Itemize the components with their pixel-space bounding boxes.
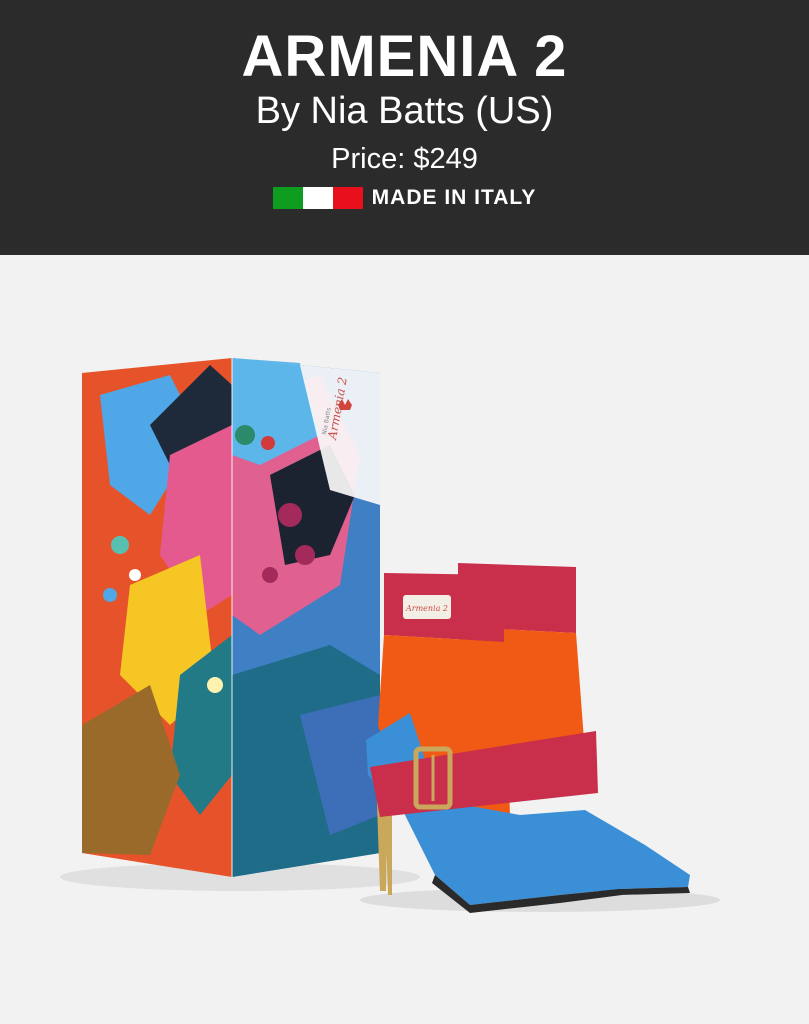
graffiti-dot [207, 677, 223, 693]
graffiti-dot [103, 588, 117, 602]
italy-flag-icon [272, 187, 363, 209]
shoe-tag-script: Armenia 2 [405, 604, 448, 613]
front-shoe-vamp [405, 795, 620, 905]
front-shoe: Armenia 2 [366, 573, 622, 913]
made-in-label: MADE IN ITALY [371, 186, 537, 209]
product-header: ARMENIA 2 By Nia Batts (US) Price: $249 … [0, 0, 809, 255]
graffiti-dot [111, 536, 129, 554]
flag-stripe-white [302, 187, 333, 209]
product-image: Armenia 2 Nia Batts Armenia 2 [0, 255, 809, 1024]
flag-stripe-green [272, 187, 303, 209]
graffiti-dot [129, 569, 141, 581]
flag-stripe-red [332, 187, 363, 209]
graffiti-dot [261, 436, 275, 450]
product-price: Price: $249 [331, 143, 478, 175]
graffiti-dot [295, 545, 315, 565]
made-in-badge: MADE IN ITALY [0, 184, 809, 212]
graffiti-dot [262, 567, 278, 583]
designer-byline: By Nia Batts (US) [255, 90, 554, 132]
shoe-box: Armenia 2 Nia Batts [82, 358, 380, 877]
product-title: ARMENIA 2 [241, 24, 568, 89]
shoes: Armenia 2 [366, 563, 690, 913]
graffiti-dot [278, 503, 302, 527]
graffiti-dot [235, 425, 255, 445]
product-illustration: Armenia 2 Nia Batts Armenia 2 [60, 358, 720, 913]
